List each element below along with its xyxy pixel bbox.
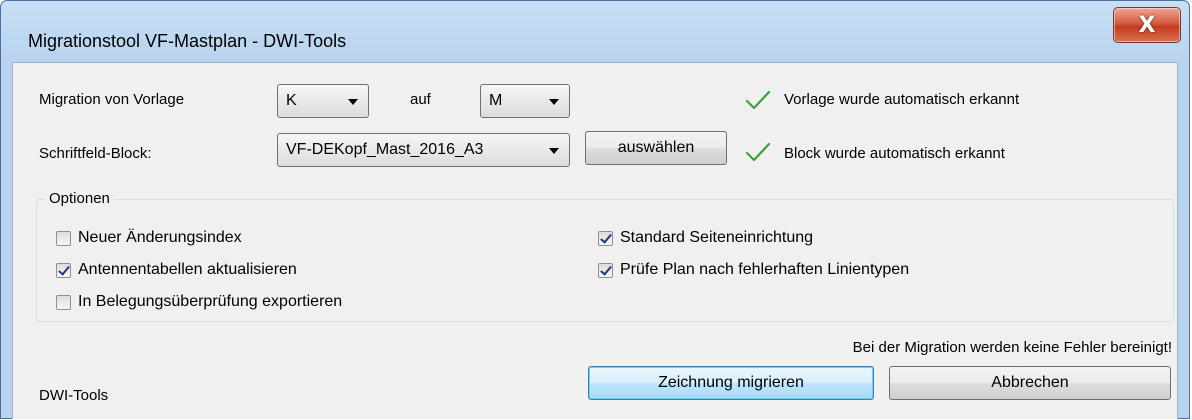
checkbox-standard-page-setup[interactable] (598, 230, 613, 246)
option-label: In Belegungsüberprüfung exportieren (78, 293, 343, 310)
to-label: auf (410, 91, 431, 108)
options-title: Optionen (45, 190, 114, 207)
to-template-dropdown[interactable]: M (480, 84, 570, 118)
migration-label: Migration von Vorlage (39, 91, 185, 108)
block-dropdown[interactable]: VF-DEKopf_Mast_2016_A3 (277, 133, 570, 167)
checkbox-update-antenna-tables[interactable] (56, 262, 71, 278)
checkbox-new-change-index[interactable] (56, 230, 71, 246)
migration-notice: Bei der Migration werden keine Fehler be… (852, 339, 1172, 356)
select-block-button[interactable]: auswählen (585, 131, 727, 165)
option-label: Prüfe Plan nach fehlerhaften Linientypen (620, 261, 910, 278)
migrate-drawing-button[interactable]: Zeichnung migrieren (588, 366, 874, 400)
chevron-down-icon (549, 99, 559, 105)
option-label: Antennentabellen aktualisieren (78, 261, 297, 278)
checkmark-icon (745, 90, 771, 110)
window-title: Migrationstool VF-Mastplan - DWI-Tools (28, 31, 347, 51)
template-status-text: Vorlage wurde automatisch erkannt (784, 91, 1020, 108)
checkbox-check-linetypes[interactable] (598, 262, 613, 278)
chevron-down-icon (549, 148, 559, 154)
checkbox-export-occupancy-check[interactable] (56, 294, 71, 310)
chevron-down-icon (348, 99, 358, 105)
option-new-change-index[interactable]: Neuer Änderungsindex (56, 229, 242, 247)
close-button[interactable]: X (1113, 7, 1181, 43)
from-template-dropdown[interactable]: K (277, 84, 369, 118)
option-check-linetypes[interactable]: Prüfe Plan nach fehlerhaften Linientypen (598, 261, 909, 279)
option-update-antenna-tables[interactable]: Antennentabellen aktualisieren (56, 261, 297, 279)
to-template-value: M (489, 92, 503, 109)
brand-label: DWI-Tools (39, 387, 109, 404)
option-label: Neuer Änderungsindex (78, 229, 242, 246)
option-export-occupancy-check[interactable]: In Belegungsüberprüfung exportieren (56, 293, 342, 311)
checkmark-icon (745, 142, 771, 162)
cancel-button[interactable]: Abbrechen (889, 366, 1171, 400)
block-label: Schriftfeld-Block: (39, 145, 152, 162)
title-bar[interactable]: Migrationstool VF-Mastplan - DWI-Tools X (1, 1, 1189, 63)
close-icon: X (1138, 12, 1156, 38)
block-value: VF-DEKopf_Mast_2016_A3 (286, 141, 484, 158)
block-status-text: Block wurde automatisch erkannt (784, 145, 1005, 162)
from-template-value: K (286, 92, 297, 109)
option-standard-page-setup[interactable]: Standard Seiteneinrichtung (598, 229, 813, 247)
option-label: Standard Seiteneinrichtung (620, 229, 814, 246)
